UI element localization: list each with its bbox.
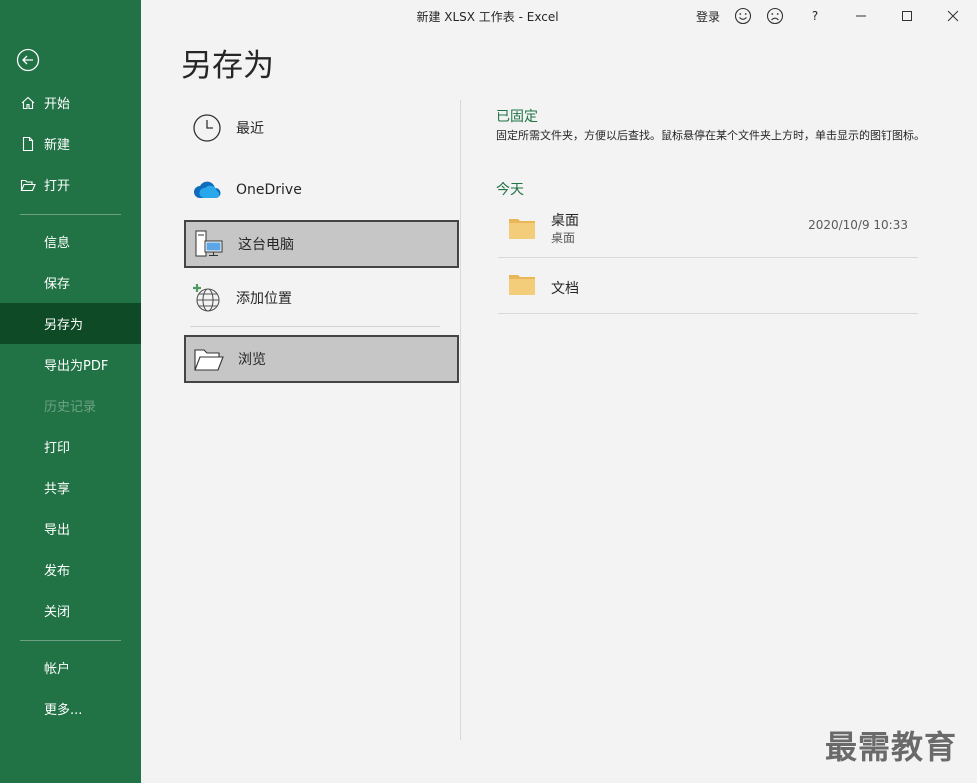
back-arrow-icon[interactable] — [16, 48, 40, 72]
frown-feedback-icon[interactable] — [765, 6, 785, 26]
maximize-icon[interactable] — [893, 6, 921, 26]
computer-icon — [192, 227, 226, 261]
minimize-icon[interactable] — [847, 6, 875, 26]
folder-name: 文档 — [551, 281, 579, 297]
location-label: OneDrive — [236, 182, 302, 198]
sidebar-item-print[interactable]: 打印 — [0, 426, 141, 467]
sidebar-item-label: 帐户 — [44, 662, 71, 677]
sidebar-item-share[interactable]: 共享 — [0, 467, 141, 508]
sidebar-item-more[interactable]: 更多... — [0, 688, 141, 729]
clock-icon — [190, 111, 224, 145]
sidebar-item-save[interactable]: 保存 — [0, 262, 141, 303]
sidebar-item-account[interactable]: 帐户 — [0, 647, 141, 688]
title-bar: 新建 XLSX 工作表 - Excel 登录 ? — [141, 0, 977, 32]
location-this-pc[interactable]: 这台电脑 — [184, 220, 459, 268]
folder-icon — [508, 216, 536, 240]
close-icon[interactable] — [939, 6, 967, 26]
sidebar-item-export-pdf[interactable]: 导出为PDF — [0, 344, 141, 385]
pane-divider — [460, 100, 461, 740]
onedrive-cloud-icon — [190, 173, 224, 207]
sidebar-item-open[interactable]: 打开 — [0, 164, 141, 205]
location-label: 浏览 — [238, 352, 266, 368]
sidebar-item-save-as[interactable]: 另存为 — [0, 303, 141, 344]
backstage-sidebar: 开始 新建 打开 信息 保存 另存为 导出为PDF 历史记录 打印 共享 导出 … — [0, 0, 141, 783]
sign-in-button[interactable]: 登录 — [693, 6, 723, 26]
location-label: 这台电脑 — [238, 237, 294, 253]
today-heading: 今天 — [496, 182, 524, 198]
open-folder-icon — [20, 177, 36, 193]
watermark: 最需教育 — [825, 728, 958, 766]
sidebar-item-label: 更多... — [44, 703, 83, 718]
folder-row-documents[interactable]: 文档 — [498, 258, 918, 314]
folder-row-desktop[interactable]: 桌面 桌面 2020/10/9 10:33 — [498, 202, 918, 258]
smile-feedback-icon[interactable] — [733, 6, 753, 26]
folder-icon — [508, 272, 536, 296]
sidebar-item-label: 信息 — [44, 236, 71, 251]
page-title: 另存为 — [181, 48, 274, 84]
new-document-icon — [20, 136, 36, 152]
pinned-description: 固定所需文件夹，方便以后查找。鼠标悬停在某个文件夹上方时，单击显示的图钉图标。 — [496, 129, 925, 142]
help-button[interactable]: ? — [805, 6, 825, 26]
sidebar-item-label: 开始 — [44, 97, 71, 112]
sidebar-item-label: 保存 — [44, 277, 71, 292]
add-location-globe-icon — [190, 281, 224, 315]
sidebar-item-label: 发布 — [44, 564, 71, 579]
sidebar-item-home[interactable]: 开始 — [0, 82, 141, 123]
sidebar-item-export[interactable]: 导出 — [0, 508, 141, 549]
sidebar-item-info[interactable]: 信息 — [0, 221, 141, 262]
sidebar-item-new[interactable]: 新建 — [0, 123, 141, 164]
location-onedrive[interactable]: OneDrive — [184, 167, 459, 213]
location-browse[interactable]: 浏览 — [184, 335, 459, 383]
sidebar-divider — [20, 640, 121, 641]
home-icon — [20, 95, 36, 111]
location-label: 最近 — [236, 121, 264, 137]
sidebar-item-label: 新建 — [44, 138, 71, 153]
sidebar-item-label: 关闭 — [44, 605, 71, 620]
location-recent[interactable]: 最近 — [184, 105, 459, 151]
sidebar-item-label: 打开 — [44, 179, 71, 194]
sidebar-item-label: 另存为 — [44, 318, 84, 333]
folder-date: 2020/10/9 10:33 — [808, 218, 908, 232]
sidebar-divider — [20, 214, 121, 215]
browse-folder-icon — [192, 342, 226, 376]
sidebar-item-publish[interactable]: 发布 — [0, 549, 141, 590]
sidebar-item-label: 导出为PDF — [44, 359, 109, 374]
location-add-place[interactable]: 添加位置 — [184, 275, 459, 321]
sidebar-item-label: 打印 — [44, 441, 71, 456]
sidebar-item-history: 历史记录 — [0, 385, 141, 426]
window-title: 新建 XLSX 工作表 - Excel — [416, 10, 559, 24]
sidebar-item-label: 历史记录 — [44, 400, 97, 415]
sidebar-item-close[interactable]: 关闭 — [0, 590, 141, 631]
sidebar-item-label: 导出 — [44, 523, 71, 538]
location-label: 添加位置 — [236, 291, 292, 307]
folder-name: 桌面 — [551, 213, 579, 229]
sidebar-item-label: 共享 — [44, 482, 71, 497]
location-divider — [190, 326, 440, 327]
pinned-heading: 已固定 — [496, 109, 538, 125]
folder-path: 桌面 — [551, 231, 576, 245]
